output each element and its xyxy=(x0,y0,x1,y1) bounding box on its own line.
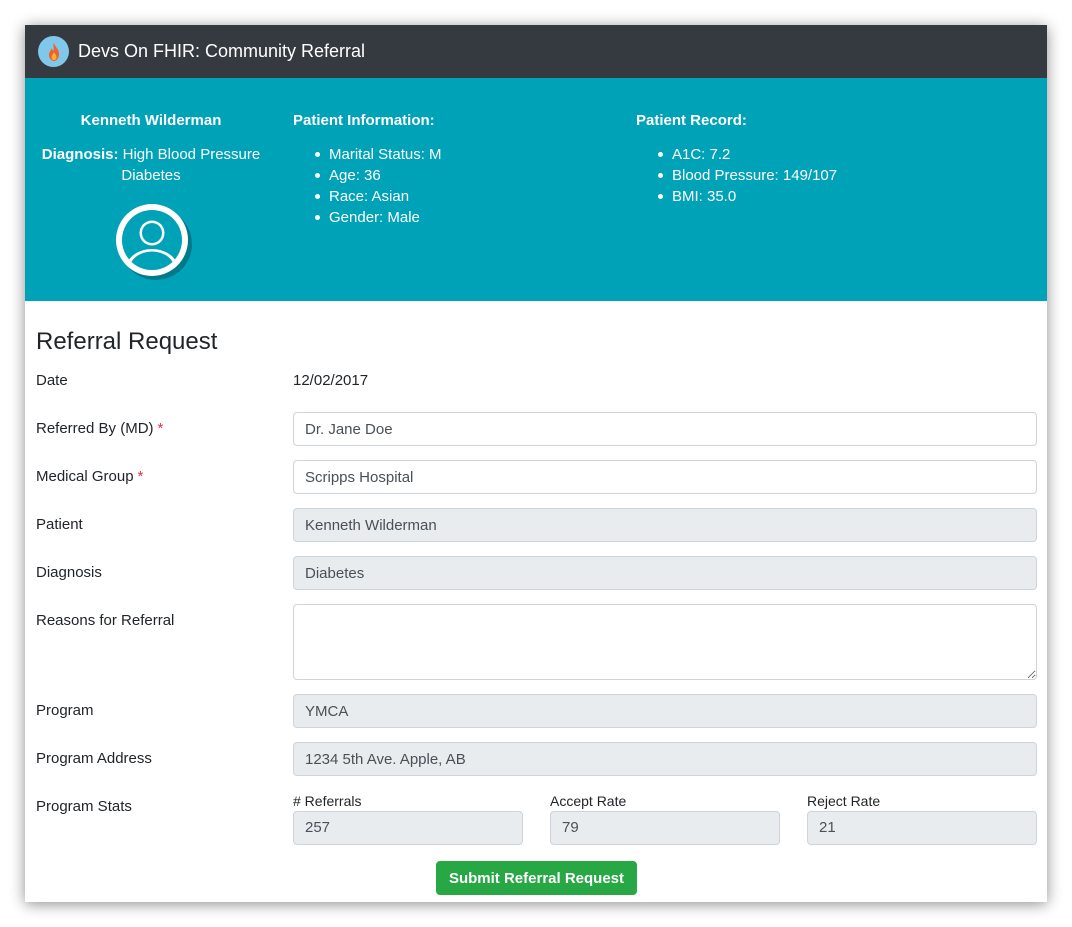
required-marker: * xyxy=(137,468,144,485)
list-item: A1C: 7.2 xyxy=(657,144,837,165)
medical-group-input[interactable] xyxy=(293,460,1037,494)
reasons-textarea[interactable] xyxy=(293,604,1037,680)
patient-name: Kenneth Wilderman xyxy=(80,112,222,129)
patient-record-heading: Patient Record: xyxy=(636,112,747,129)
referrals-label: # Referrals xyxy=(293,793,362,809)
list-item: Gender: Male xyxy=(315,207,442,228)
date-value: 12/02/2017 xyxy=(293,372,369,389)
flame-icon[interactable] xyxy=(38,36,69,67)
user-avatar-icon xyxy=(114,202,194,282)
diagnosis-line-2: Diabetes xyxy=(121,167,181,184)
program-address-label: Program Address xyxy=(36,750,152,767)
list-item: BMI: 35.0 xyxy=(657,186,837,207)
patient-diagnosis: Diagnosis: High Blood Pressure Diabetes xyxy=(25,144,277,186)
program-input[interactable] xyxy=(293,694,1037,728)
medical-group-label: Medical Group * xyxy=(36,468,143,485)
patient-information-list: Marital Status: M Age: 36 Race: Asian Ge… xyxy=(293,144,442,228)
referred-by-label-text: Referred By (MD) xyxy=(36,420,154,437)
diagnosis-input[interactable] xyxy=(293,556,1037,590)
patient-input[interactable] xyxy=(293,508,1037,542)
list-item: Age: 36 xyxy=(315,165,442,186)
form-title: Referral Request xyxy=(36,328,218,355)
list-item: Marital Status: M xyxy=(315,146,442,163)
patient-label: Patient xyxy=(36,516,83,533)
app-title[interactable]: Devs On FHIR: Community Referral xyxy=(78,41,365,62)
diagnosis-line-1: High Blood Pressure xyxy=(122,146,261,163)
submit-referral-button[interactable]: Submit Referral Request xyxy=(436,861,637,895)
navbar: Devs On FHIR: Community Referral xyxy=(25,25,1047,78)
diagnosis-label: Diagnosis: xyxy=(41,146,119,163)
reasons-label: Reasons for Referral xyxy=(36,612,175,629)
medical-group-label-text: Medical Group xyxy=(36,468,134,485)
app-window: Devs On FHIR: Community Referral Kenneth… xyxy=(25,25,1047,902)
accept-rate-label: Accept Rate xyxy=(550,793,627,809)
list-item: Blood Pressure: 149/107 xyxy=(657,167,838,184)
diagnosis-label: Diagnosis xyxy=(36,564,102,581)
referrals-value[interactable]: 257 xyxy=(293,811,523,845)
program-stats-label: Program Stats xyxy=(36,798,132,815)
list-item: Race: Asian xyxy=(315,186,442,207)
referred-by-input[interactable] xyxy=(293,412,1037,446)
date-label: Date xyxy=(36,372,68,389)
program-label: Program xyxy=(36,702,94,719)
reject-rate-label: Reject Rate xyxy=(807,793,881,809)
referred-by-label: Referred By (MD) * xyxy=(36,420,163,437)
patient-record-list: A1C: 7.2 Blood Pressure: 149/107 BMI: 35… xyxy=(636,144,837,207)
patient-information: Patient Information: Marital Status: M A… xyxy=(293,112,442,228)
patient-banner: Kenneth Wilderman Diagnosis: High Blood … xyxy=(25,78,1047,301)
accept-rate-value[interactable]: 79 xyxy=(550,811,780,845)
program-address-input[interactable] xyxy=(293,742,1037,776)
patient-information-heading: Patient Information: xyxy=(293,112,435,129)
patient-record: Patient Record: A1C: 7.2 Blood Pressure:… xyxy=(636,112,837,207)
required-marker: * xyxy=(157,420,164,437)
patient-summary: Kenneth Wilderman Diagnosis: High Blood … xyxy=(25,112,277,186)
reject-rate-value[interactable]: 21 xyxy=(807,811,1037,845)
